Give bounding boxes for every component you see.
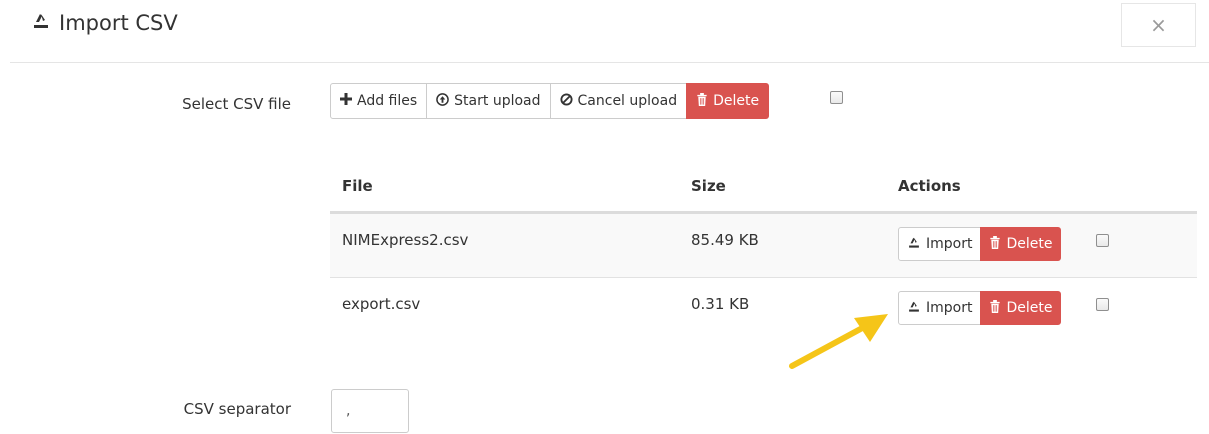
cancel-upload-button[interactable]: Cancel upload [549,83,688,119]
trash-icon [989,235,1006,253]
csv-separator-label: CSV separator [183,400,291,418]
start-upload-label: Start upload [454,93,541,109]
delete-label: Delete [1006,300,1053,316]
start-upload-button[interactable]: Start upload [426,83,551,119]
plus-icon [340,93,357,109]
import-button[interactable]: Import [898,291,982,325]
header-divider [10,62,1209,63]
delete-all-label: Delete [713,93,760,109]
add-files-label: Add files [357,93,418,109]
delete-label: Delete [1006,236,1053,252]
modal-title: Import CSV [31,10,178,35]
column-header-file: File [342,177,373,195]
select-all-checkbox[interactable] [830,91,843,104]
cancel-upload-label: Cancel upload [577,93,678,109]
delete-all-button[interactable]: Delete [686,83,770,119]
close-icon: × [1150,13,1167,37]
import-label: Import [926,300,973,316]
csv-separator-input[interactable] [331,389,409,433]
row-file-name: NIMExpress2.csv [342,231,469,249]
add-files-button[interactable]: Add files [330,83,428,119]
import-icon [907,299,926,317]
row-file-size: 85.49 KB [691,231,759,249]
ban-icon [559,92,578,110]
modal-title-text: Import CSV [59,10,178,35]
row-actions: Import Delete [898,291,1062,325]
column-header-actions: Actions [898,177,961,195]
trash-icon [696,92,713,110]
delete-button[interactable]: Delete [980,291,1062,325]
row-divider [330,277,1197,278]
modal-header: Import CSV × [0,0,1209,62]
import-icon [907,235,926,253]
row-checkbox[interactable] [1096,234,1109,247]
delete-button[interactable]: Delete [980,227,1062,261]
import-icon [31,10,59,35]
close-button[interactable]: × [1121,3,1196,47]
select-csv-label: Select CSV file [182,95,291,113]
annotation-arrow-icon [789,314,888,369]
column-header-size: Size [691,177,726,195]
row-file-size: 0.31 KB [691,295,750,313]
row-actions: Import Delete [898,227,1062,261]
trash-icon [989,299,1006,317]
row-checkbox[interactable] [1096,298,1109,311]
import-label: Import [926,236,973,252]
import-button[interactable]: Import [898,227,982,261]
upload-circle-icon [436,92,454,110]
row-file-name: export.csv [342,295,421,313]
upload-toolbar: Add files Start upload Cancel upload Del… [330,83,770,119]
